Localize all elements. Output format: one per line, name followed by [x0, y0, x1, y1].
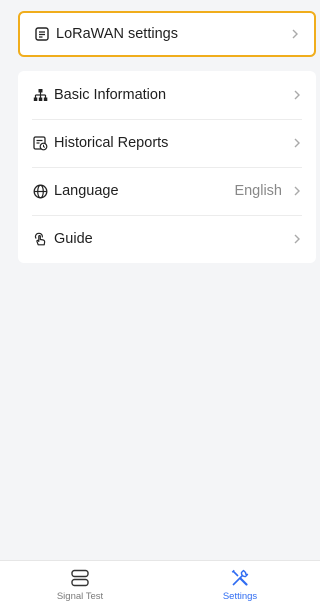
- lorawan-settings-card: LoRaWAN settings: [18, 11, 316, 57]
- menu-item-language[interactable]: Language English: [18, 167, 316, 215]
- tools-icon: [229, 568, 251, 588]
- menu-item-label: Basic Information: [54, 87, 167, 103]
- menu-item-label: Language: [54, 183, 119, 199]
- chevron-right-icon: [292, 184, 302, 198]
- globe-icon: [32, 183, 48, 199]
- chevron-right-icon: [292, 136, 302, 150]
- hand-pointer-icon: [32, 231, 48, 247]
- sitemap-icon: [32, 87, 48, 103]
- lorawan-settings-row[interactable]: LoRaWAN settings: [20, 13, 314, 55]
- chevron-right-icon: [292, 232, 302, 246]
- settings-menu-card: Basic Information Historical Reports Lan…: [18, 71, 316, 263]
- report-clock-icon: [32, 135, 48, 151]
- server-icon: [69, 568, 91, 588]
- bottom-tab-bar: Signal Test Settings: [0, 560, 320, 604]
- tab-label: Settings: [222, 591, 258, 602]
- chevron-right-icon: [290, 27, 300, 41]
- tab-settings[interactable]: Settings: [160, 561, 320, 604]
- menu-item-basic-information[interactable]: Basic Information: [18, 71, 316, 119]
- menu-item-historical-reports[interactable]: Historical Reports: [18, 119, 316, 167]
- lorawan-settings-label: LoRaWAN settings: [56, 26, 178, 42]
- document-list-icon: [34, 26, 50, 42]
- language-value: English: [234, 183, 282, 199]
- menu-item-label: Guide: [54, 231, 93, 247]
- menu-item-guide[interactable]: Guide: [18, 215, 316, 263]
- tab-label: Signal Test: [56, 591, 104, 602]
- tab-signal-test[interactable]: Signal Test: [0, 561, 160, 604]
- chevron-right-icon: [292, 88, 302, 102]
- menu-item-label: Historical Reports: [54, 135, 169, 151]
